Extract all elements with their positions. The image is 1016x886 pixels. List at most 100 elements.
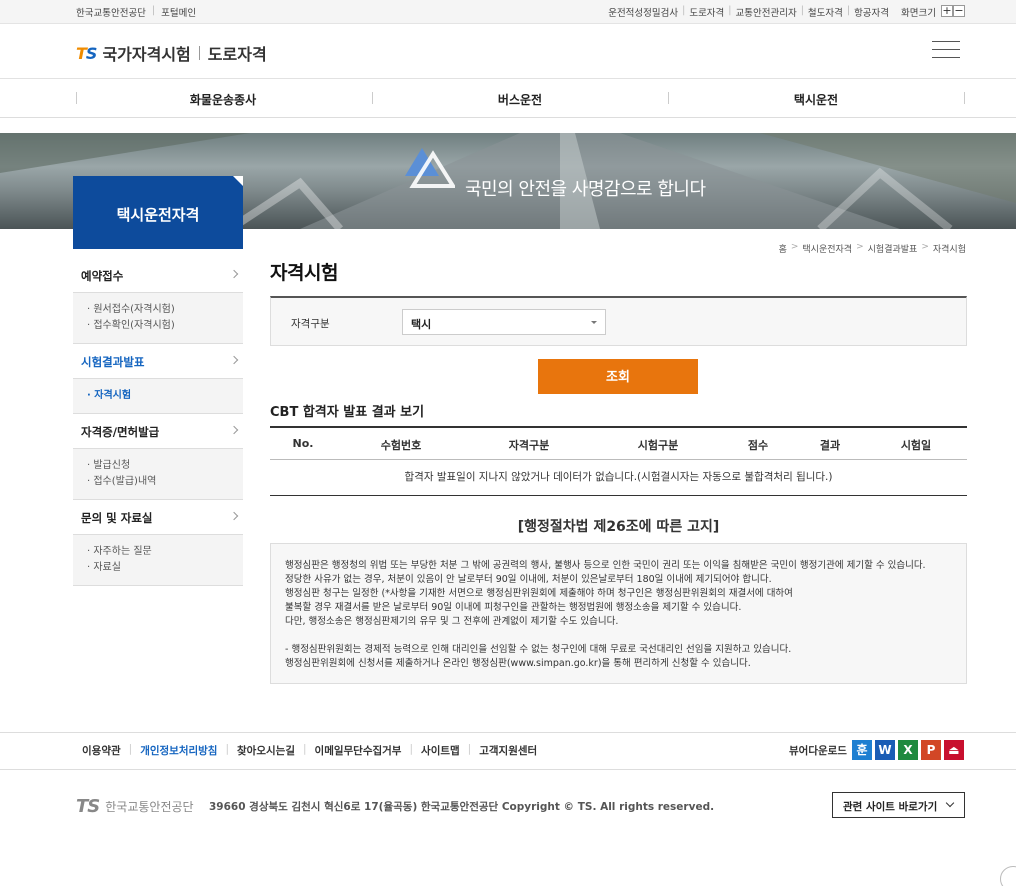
- footer-link-email-refusal[interactable]: 이메일무단수집거부: [315, 743, 402, 758]
- util-link-kotsa[interactable]: 한국교통안전공단: [76, 5, 146, 19]
- ts-logo-mark: TS: [76, 43, 97, 63]
- nav-item-freight[interactable]: 화물운송종사: [123, 91, 323, 108]
- notice-line: 정당한 사유가 없는 경우, 처분이 있음이 안 날로부터 90일 이내에, 처…: [285, 574, 772, 585]
- family-site-select[interactable]: 관련 사이트 바로가기: [832, 792, 965, 818]
- word-viewer-icon[interactable]: W: [874, 740, 895, 760]
- nav-divider: [668, 92, 669, 104]
- notice-line: 불복할 경우 재결서를 받은 날로부터 90일 이내에 피청구인을 관할하는 행…: [285, 602, 742, 613]
- side-menu: 예약접수 · 원서접수(자격시험) · 접수확인(자격시험) 시험결과발표 · …: [73, 258, 243, 586]
- nav-divider: [76, 92, 77, 104]
- submenu-item-apply[interactable]: · 원서접수(자격시험): [87, 302, 243, 318]
- nav-divider: [372, 92, 373, 104]
- col-score: 점수: [747, 439, 769, 452]
- side-menu-label: 자격증/면허발급: [81, 425, 160, 439]
- nav-item-taxi[interactable]: 택시운전: [716, 91, 916, 108]
- powerpoint-viewer-icon[interactable]: P: [920, 740, 941, 760]
- util-link-rail[interactable]: 철도자격: [808, 5, 843, 19]
- hero-slogan: 국민의 안전을 사명감으로 합니다: [465, 179, 706, 200]
- site-logo[interactable]: TS 국가자격시험 도로자격: [76, 41, 267, 65]
- footer-link-privacy[interactable]: 개인정보처리방침: [140, 743, 217, 758]
- side-submenu-reservation: · 원서접수(자격시험) · 접수확인(자격시험): [73, 293, 243, 344]
- hwp-viewer-icon[interactable]: 훈: [851, 740, 872, 760]
- util-sep: |: [151, 5, 156, 16]
- side-menu-reservation[interactable]: 예약접수: [73, 258, 243, 293]
- footer-logo: TS 한국교통안전공단: [76, 796, 194, 817]
- chevron-right-icon: [229, 425, 239, 435]
- site-header: TS 국가자격시험 도로자격: [0, 24, 1016, 79]
- util-link-aviation[interactable]: 항공자격: [854, 5, 889, 19]
- footer-link-sitemap[interactable]: 사이트맵: [421, 743, 460, 758]
- util-link-portal[interactable]: 포털메인: [161, 5, 196, 19]
- chevron-down-icon: [945, 798, 955, 808]
- side-title: 택시운전자격: [116, 206, 200, 224]
- submenu-item-faq[interactable]: · 자주하는 질문: [87, 544, 243, 560]
- chevron-right-icon: [229, 269, 239, 279]
- col-exam-date: 시험일: [900, 439, 932, 452]
- footer-link-directions[interactable]: 찾아오시는길: [237, 743, 295, 758]
- submenu-item-archive[interactable]: · 자료실: [87, 560, 243, 576]
- side-menu-label: 예약접수: [81, 269, 124, 283]
- zoom-in-button[interactable]: +: [941, 5, 953, 17]
- submenu-item-issue-history[interactable]: · 접수(발급)내역: [87, 474, 243, 490]
- nav-item-bus[interactable]: 버스운전: [420, 91, 620, 108]
- breadcrumb-taxi[interactable]: 택시운전자격: [802, 242, 852, 255]
- util-link-safety-manager[interactable]: 교통안전관리자: [736, 5, 797, 19]
- notice-line: 행정심판은 행정청의 위법 또는 부당한 처분 그 밖에 공권력의 행사, 불행…: [285, 560, 926, 571]
- viewer-label: 뷰어다운로드: [789, 744, 847, 757]
- footer-link-terms[interactable]: 이용약관: [82, 743, 121, 758]
- breadcrumb-home[interactable]: 홈: [779, 242, 787, 255]
- util-sep: |: [800, 5, 804, 16]
- submenu-item-qualification-exam[interactable]: · 자격시험: [87, 388, 243, 404]
- side-menu-label: 시험결과발표: [81, 355, 145, 369]
- footer-sep: |: [128, 743, 133, 755]
- footer-address: 39660 경상북도 김천시 혁신6로 17(율곡동) 한국교통안전공단 Cop…: [209, 801, 715, 813]
- notice-line: 행정심판 청구는 일정한 (*사항을 기재한 서면으로 행정심판위원회에 제출해…: [285, 588, 793, 599]
- site-section: 도로자격: [207, 45, 267, 64]
- footer-divider: [0, 769, 1016, 770]
- util-sep: |: [846, 5, 851, 16]
- pdf-viewer-icon[interactable]: ⏏: [943, 740, 964, 760]
- breadcrumb-results[interactable]: 시험결과발표: [868, 242, 918, 255]
- side-submenu-support: · 자주하는 질문 · 자료실: [73, 535, 243, 586]
- col-qualification: 자격구분: [508, 439, 550, 452]
- utility-bar: 한국교통안전공단 | 포털메인 운전적성정밀검사 | 도로자격 | 교통안전관리…: [0, 0, 1016, 24]
- footer-ts-logo: TS: [76, 796, 100, 817]
- excel-viewer-icon[interactable]: X: [897, 740, 918, 760]
- search-panel: 자격구분 택시: [270, 296, 967, 346]
- site-name: 국가자격시험: [102, 45, 191, 64]
- side-menu-license[interactable]: 자격증/면허발급: [73, 414, 243, 449]
- breadcrumb: 홈 > 택시운전자격 > 시험결과발표 > 자격시험: [779, 242, 966, 255]
- nav-divider: [964, 92, 965, 104]
- side-submenu-license: · 발급신청 · 접수(발급)내역: [73, 449, 243, 500]
- util-link-road[interactable]: 도로자격: [689, 5, 724, 19]
- menu-icon[interactable]: [932, 41, 960, 59]
- submenu-item-check[interactable]: · 접수확인(자격시험): [87, 318, 243, 334]
- qualification-type-select[interactable]: 택시: [402, 309, 606, 335]
- results-section-title: CBT 합격자 발표 결과 보기: [270, 405, 425, 420]
- utility-right-links: 운전적성정밀검사 | 도로자격 | 교통안전관리자 | 철도자격 | 항공자격 …: [608, 5, 936, 19]
- triangle-emblem-icon: [405, 148, 455, 188]
- side-title-corner: [233, 176, 243, 186]
- footer-sep: |: [225, 743, 230, 755]
- col-exam-number: 수험번호: [380, 439, 422, 452]
- col-no: No.: [292, 437, 314, 450]
- breadcrumb-sep: >: [921, 242, 929, 252]
- scroll-top-button[interactable]: [1000, 866, 1016, 886]
- footer-link-support[interactable]: 고객지원센터: [479, 743, 537, 758]
- zoom-out-button[interactable]: −: [953, 5, 965, 17]
- logo-divider: [198, 46, 200, 60]
- footer-sep: |: [409, 743, 414, 755]
- side-submenu-results: · 자격시험: [73, 379, 243, 414]
- notice-line: 다만, 행정소송은 행정심판제기의 유무 및 그 전후에 관계없이 제기할 수도…: [285, 616, 619, 627]
- results-table: No. 수험번호 자격구분 시험구분 점수 결과 시험일 합격자 발표일이 지나…: [270, 426, 967, 496]
- viewer-downloads: 뷰어다운로드 훈 W X P ⏏: [789, 740, 964, 760]
- family-site-label: 관련 사이트 바로가기: [843, 801, 938, 813]
- side-menu-results[interactable]: 시험결과발표: [73, 344, 243, 379]
- search-button[interactable]: 조회: [538, 359, 698, 394]
- utility-left-links: 한국교통안전공단 | 포털메인: [76, 5, 196, 19]
- submenu-item-issue-request[interactable]: · 발급신청: [87, 458, 243, 474]
- util-sep: |: [728, 5, 732, 16]
- col-exam-type: 시험구분: [637, 439, 679, 452]
- util-link-aptitude[interactable]: 운전적성정밀검사: [608, 5, 678, 19]
- zoom-label: 화면크기: [901, 8, 936, 19]
